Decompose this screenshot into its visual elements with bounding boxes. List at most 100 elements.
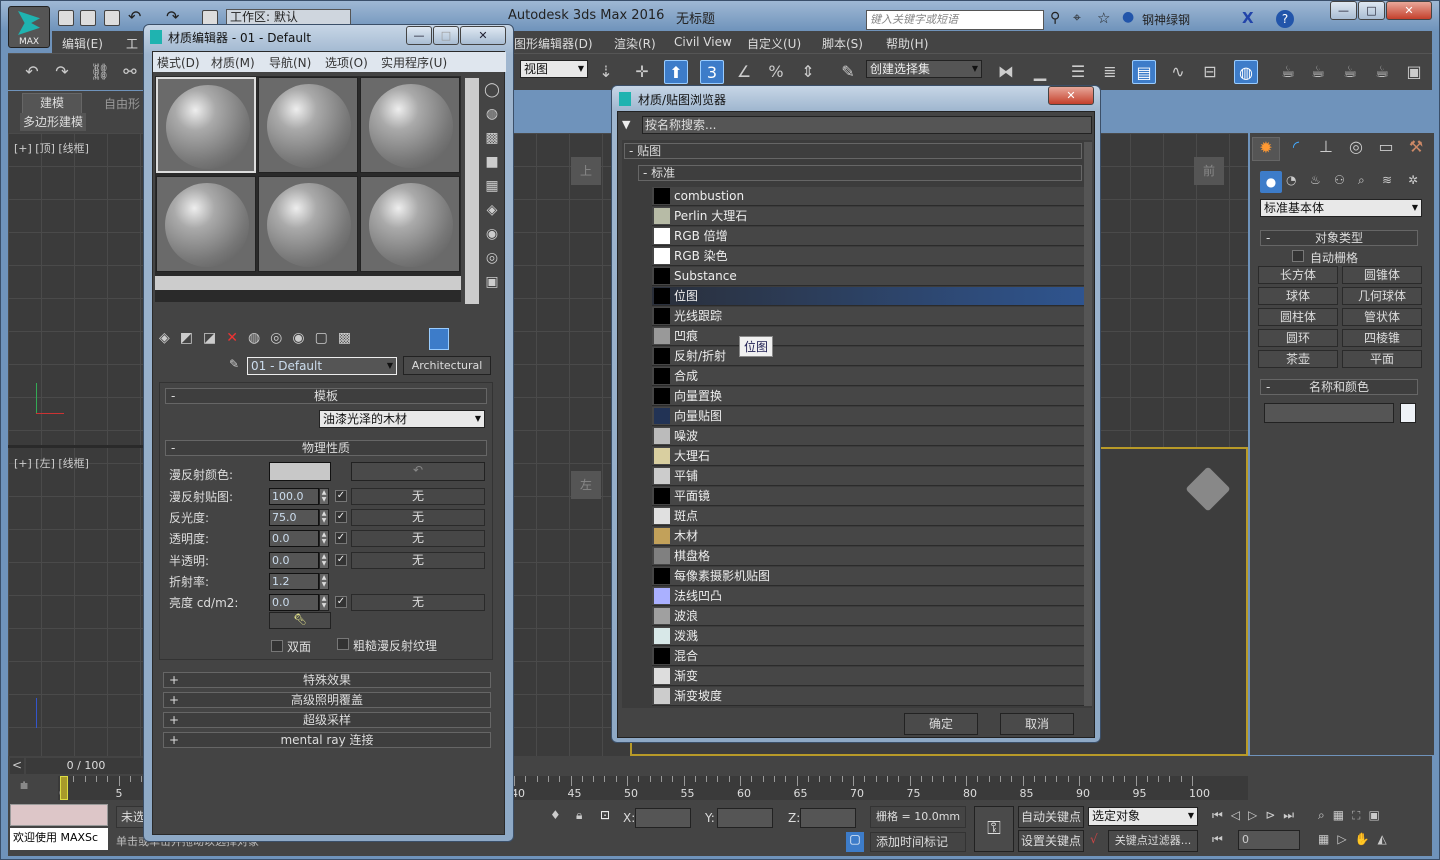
absolute-mode-icon[interactable]: ⊡: [600, 808, 610, 822]
viewport-left-label[interactable]: [+] [左] [线框]: [14, 455, 89, 471]
cancel-button[interactable]: 取消: [1000, 713, 1074, 735]
angle-snap-icon[interactable]: ∠: [732, 60, 756, 84]
param-spinner[interactable]: ▲ ▼: [319, 530, 329, 547]
create-object-button[interactable]: 管状体: [1342, 308, 1422, 326]
sample-slot[interactable]: [360, 176, 460, 272]
map-enable-checkbox[interactable]: ✓: [335, 596, 347, 608]
curve-editor-icon[interactable]: ∿: [1166, 60, 1190, 84]
close-button[interactable]: ✕: [1386, 1, 1432, 20]
cameras-icon[interactable]: ⚇: [1334, 173, 1345, 187]
browser-list-item[interactable]: 斑点: [652, 507, 1088, 526]
viewport-navigation-icons-2[interactable]: ▦▷✋◭: [1318, 832, 1395, 846]
lights-icon[interactable]: ♨: [1310, 173, 1321, 187]
eyedropper-icon[interactable]: ✎: [229, 357, 239, 371]
viewcube-left[interactable]: 左: [571, 471, 601, 499]
favorites-star-icon[interactable]: ☆: [1097, 9, 1110, 27]
scene-explorer-icon[interactable]: ☰: [1066, 60, 1090, 84]
map-slot-button[interactable]: 无: [351, 488, 485, 505]
rollout-collapsed[interactable]: + mental ray 连接: [163, 732, 491, 748]
edit-named-selection-icon[interactable]: ✎: [836, 60, 860, 84]
help-search-input[interactable]: 键入关键字或短语: [866, 10, 1044, 30]
browser-list-item[interactable]: 大理石: [652, 447, 1088, 466]
display-tab-icon[interactable]: ▭: [1372, 137, 1400, 161]
map-enable-checkbox[interactable]: ✓: [335, 554, 347, 566]
schematic-view-icon[interactable]: ⊟: [1198, 60, 1222, 84]
time-slider[interactable]: 0 / 100: [26, 758, 146, 774]
viewport-navigation-icons[interactable]: ⌕▦⛶▣: [1318, 808, 1388, 823]
open-file-icon[interactable]: [80, 10, 96, 26]
rendered-frame-window-icon[interactable]: ☕: [1306, 60, 1330, 84]
geometry-icon[interactable]: ●: [1260, 171, 1282, 193]
menu-edit[interactable]: 编辑(E): [62, 35, 103, 52]
template-dropdown[interactable]: 油漆光泽的木材: [319, 410, 485, 428]
keyboard-shortcut-override-icon[interactable]: ⬆: [664, 60, 688, 84]
sample-slot[interactable]: [156, 176, 256, 272]
render-production-icon[interactable]: ☕: [1338, 60, 1362, 84]
snap-toggle-icon[interactable]: 3: [700, 60, 724, 84]
browser-list-item[interactable]: 波浪: [652, 607, 1088, 626]
set-color-to-texture-button[interactable]: ↶: [351, 462, 485, 481]
map-slot-button[interactable]: 无: [351, 552, 485, 569]
param-value-input[interactable]: 0.0: [269, 552, 319, 569]
utilities-tab-icon[interactable]: ⚒: [1402, 137, 1430, 161]
param-value-input[interactable]: 1.2: [269, 573, 319, 590]
reference-coordinate-dropdown[interactable]: 视图: [520, 60, 588, 78]
undo-icon[interactable]: ↶: [128, 9, 144, 26]
create-object-button[interactable]: 几何球体: [1342, 287, 1422, 305]
playback-controls-icon[interactable]: ⏮◁▷⊳⏭: [1212, 808, 1302, 823]
material-name-dropdown[interactable]: 01 - Default: [247, 357, 397, 375]
hierarchy-tab-icon[interactable]: ⊥: [1312, 137, 1340, 161]
param-value-input[interactable]: 0.0: [269, 530, 319, 547]
param-value-input[interactable]: 100.0: [269, 488, 319, 505]
unlink-icon[interactable]: ⚯: [118, 60, 142, 84]
map-enable-checkbox[interactable]: ✓: [335, 511, 347, 523]
param-spinner[interactable]: ▲ ▼: [319, 573, 329, 590]
browser-list-item[interactable]: 反射/折射: [652, 347, 1088, 366]
isolate-selection-icon[interactable]: ♦: [550, 808, 561, 822]
browser-list-item[interactable]: RGB 倍增: [652, 227, 1088, 246]
browser-list-item[interactable]: 每像素摄影机贴图: [652, 567, 1088, 586]
param-value-input[interactable]: 75.0: [269, 509, 319, 526]
named-selection-set-dropdown[interactable]: 创建选择集: [866, 60, 982, 78]
key-mode-icon[interactable]: ⏮: [1212, 832, 1223, 847]
browser-list-item[interactable]: combustion: [652, 187, 1088, 206]
satellite-icon[interactable]: ⌖: [1073, 10, 1081, 26]
rollout-object-type[interactable]: - 对象类型: [1260, 230, 1418, 246]
menu-civil-view[interactable]: Civil View: [674, 35, 732, 49]
create-object-button[interactable]: 四棱锥: [1342, 329, 1422, 347]
render-in-cloud-icon[interactable]: ▣: [1402, 60, 1426, 84]
browser-list-item[interactable]: 渐变坡度: [652, 687, 1088, 706]
browser-search-input[interactable]: 按名称搜索...: [642, 116, 1092, 134]
browser-list-item[interactable]: 向量置换: [652, 387, 1088, 406]
object-category-dropdown[interactable]: 标准基本体: [1260, 199, 1422, 217]
browser-list-item[interactable]: 木材: [652, 527, 1088, 546]
menu-utilities[interactable]: 实用程序(U): [381, 54, 447, 71]
browser-list-item[interactable]: RGB 染色: [652, 247, 1088, 266]
create-object-button[interactable]: 茶壶: [1258, 350, 1338, 368]
viewcube-top[interactable]: 上: [571, 157, 601, 185]
align-icon[interactable]: ▁: [1028, 60, 1052, 84]
browser-options-icon[interactable]: ▼: [622, 118, 630, 131]
show-end-result-icon[interactable]: [429, 328, 449, 350]
link-icon[interactable]: ⛓: [88, 60, 112, 84]
browser-list-item[interactable]: 向量贴图: [652, 407, 1088, 426]
binoculars-icon[interactable]: ⚲: [1050, 10, 1060, 26]
set-key-button[interactable]: 设置关键点: [1018, 830, 1084, 852]
object-color-swatch[interactable]: [1400, 403, 1416, 423]
x-coordinate-input[interactable]: [635, 808, 691, 828]
group-maps[interactable]: - 贴图: [624, 143, 1082, 159]
sample-slot[interactable]: [258, 77, 358, 173]
rollout-collapsed[interactable]: + 高级照明覆盖: [163, 692, 491, 708]
browser-list-item[interactable]: 平铺: [652, 467, 1088, 486]
browser-list-item[interactable]: 混合: [652, 647, 1088, 666]
menu-material[interactable]: 材质(M): [211, 54, 255, 71]
material-editor-icon[interactable]: ◍: [1234, 60, 1258, 84]
ribbon-polygon-modeling[interactable]: 多边形建模: [20, 113, 87, 131]
browser-list-item[interactable]: 法线凹凸: [652, 587, 1088, 606]
redo-icon[interactable]: ↷: [50, 60, 74, 84]
browser-list-item[interactable]: 噪波: [652, 427, 1088, 446]
create-object-button[interactable]: 圆环: [1258, 329, 1338, 347]
group-standard[interactable]: - 标准: [638, 165, 1082, 181]
rollout-collapsed[interactable]: + 特殊效果: [163, 672, 491, 688]
space-warps-icon[interactable]: ≋: [1382, 173, 1392, 187]
